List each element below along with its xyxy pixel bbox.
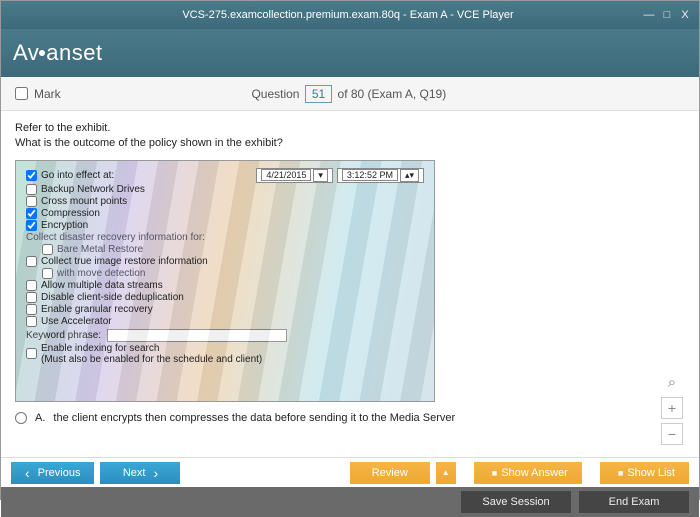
session-button-bar: Save Session End Exam <box>1 487 699 517</box>
magnify-icon[interactable]: ⌕ <box>661 371 683 393</box>
date-field: 4/21/2015 ▾ <box>256 168 333 183</box>
zoom-out-button[interactable]: − <box>661 423 683 445</box>
exhibit-image: Go into effect at: 4/21/2015 ▾ 3:12:52 P… <box>15 160 435 402</box>
show-answer-button[interactable]: ■Show Answer <box>474 462 582 484</box>
maximize-button[interactable]: □ <box>659 9 675 21</box>
review-dropdown-icon[interactable]: ▲ <box>436 462 456 484</box>
answer-letter: A. <box>35 412 45 424</box>
question-bar: Mark Question 51 of 80 (Exam A, Q19) <box>1 77 699 111</box>
mark-checkbox[interactable]: Mark <box>15 87 61 101</box>
answer-text: the client encrypts then compresses the … <box>53 412 455 424</box>
previous-button[interactable]: Previous <box>11 462 94 484</box>
zoom-in-button[interactable]: + <box>661 397 683 419</box>
keyword-input <box>107 329 287 342</box>
logo: Avanset <box>13 40 103 66</box>
zoom-controls: ⌕ + − <box>661 371 683 445</box>
review-button[interactable]: Review <box>350 462 430 484</box>
question-text: Refer to the exhibit. What is the outcom… <box>15 121 685 152</box>
close-button[interactable]: X <box>677 9 693 21</box>
next-button[interactable]: Next <box>100 462 180 484</box>
content-area: Refer to the exhibit. What is the outcom… <box>1 111 699 457</box>
save-session-button[interactable]: Save Session <box>461 491 571 513</box>
nav-button-bar: Previous Next Review ▲ ■Show Answer ■Sho… <box>1 457 699 487</box>
window-controls: — □ X <box>641 9 693 21</box>
mark-label: Mark <box>34 87 61 101</box>
header: Avanset <box>1 29 699 77</box>
time-field: 3:12:52 PM ▴▾ <box>337 168 424 183</box>
end-exam-button[interactable]: End Exam <box>579 491 689 513</box>
question-indicator: Question 51 of 80 (Exam A, Q19) <box>61 85 637 103</box>
answer-option-a[interactable]: A. the client encrypts then compresses t… <box>15 412 685 424</box>
answer-radio[interactable] <box>15 412 27 424</box>
question-number: 51 <box>305 85 332 103</box>
mark-input[interactable] <box>15 87 28 100</box>
titlebar: VCS-275.examcollection.premium.exam.80q … <box>1 1 699 29</box>
show-list-button[interactable]: ■Show List <box>600 462 689 484</box>
minimize-button[interactable]: — <box>641 9 657 21</box>
window-title: VCS-275.examcollection.premium.exam.80q … <box>55 9 641 21</box>
